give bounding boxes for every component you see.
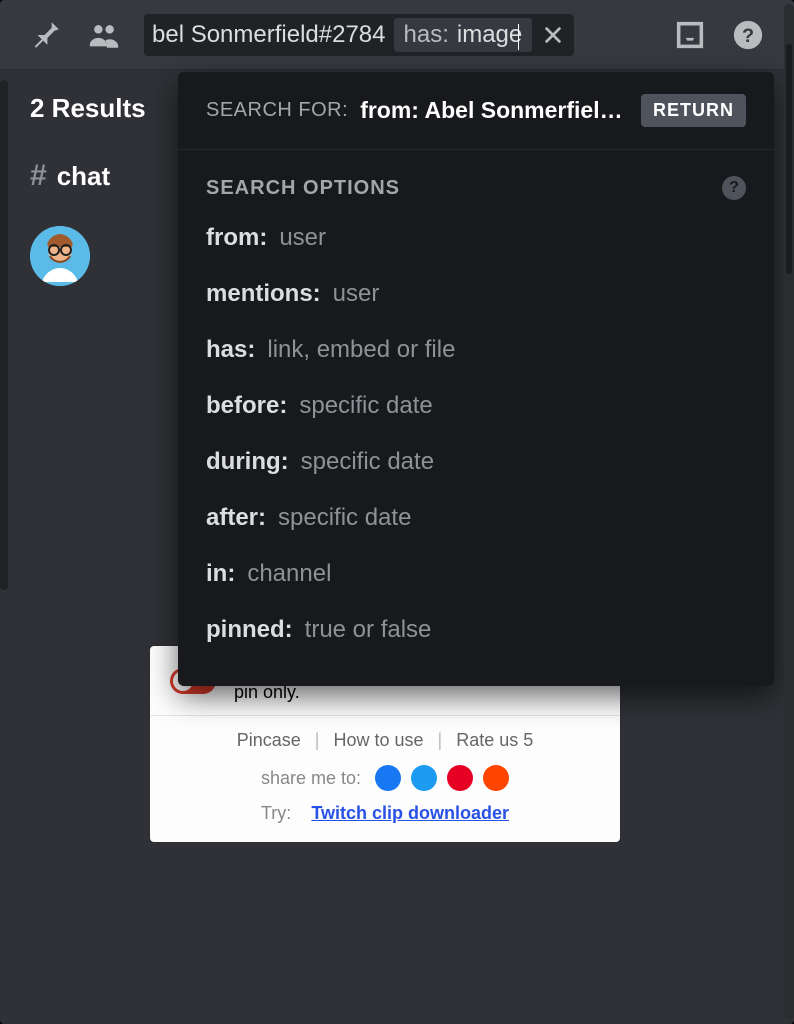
facebook-icon[interactable]: [375, 765, 401, 791]
embed-link[interactable]: How to use: [333, 730, 423, 751]
search-option[interactable]: from:user: [206, 210, 746, 266]
search-option[interactable]: in:channel: [206, 546, 746, 602]
pin-icon[interactable]: [28, 17, 64, 53]
search-for-query: from: Abel Sonmerfield…: [360, 97, 629, 124]
search-options-list: from:user mentions:user has:link, embed …: [178, 204, 774, 686]
clear-search-button[interactable]: [538, 20, 568, 50]
toolbar: bel Sonmerfield#2784 has: image ?: [0, 0, 794, 70]
text-caret: [518, 24, 519, 50]
embed-link[interactable]: Pincase: [237, 730, 301, 751]
pinterest-icon[interactable]: [447, 765, 473, 791]
share-label: share me to:: [261, 768, 361, 789]
search-option[interactable]: mentions:user: [206, 266, 746, 322]
search-option[interactable]: has:link, embed or file: [206, 322, 746, 378]
results-count: 2 Results: [30, 93, 146, 124]
search-options-title: SEARCH OPTIONS: [206, 177, 400, 200]
chip-key: has:: [404, 21, 449, 49]
try-link[interactable]: Twitch clip downloader: [311, 803, 509, 823]
left-scrollbar[interactable]: [0, 80, 8, 590]
search-option[interactable]: during:specific date: [206, 434, 746, 490]
right-scrollbar[interactable]: [784, 4, 794, 1020]
try-label: Try:: [261, 803, 291, 823]
inbox-icon[interactable]: [672, 17, 708, 53]
search-for-label: SEARCH FOR:: [206, 99, 348, 122]
search-popover: SEARCH FOR: from: Abel Sonmerfield… RETU…: [178, 72, 774, 686]
avatar[interactable]: [30, 226, 90, 286]
reddit-icon[interactable]: [483, 765, 509, 791]
twitter-icon[interactable]: [411, 765, 437, 791]
search-option[interactable]: before:specific date: [206, 378, 746, 434]
scrollbar-thumb[interactable]: [786, 44, 792, 274]
return-button[interactable]: RETURN: [641, 94, 746, 127]
channel-hash-icon: #: [30, 159, 47, 193]
search-filter-chip[interactable]: has: image: [394, 18, 533, 52]
search-chip-truncated: bel Sonmerfield#2784: [150, 21, 388, 49]
search-option[interactable]: after:specific date: [206, 490, 746, 546]
chip-value: image: [457, 21, 522, 49]
search-options-help-icon[interactable]: ?: [722, 176, 746, 200]
app-frame: bel Sonmerfield#2784 has: image ? 2 Resu…: [0, 0, 794, 1024]
search-input[interactable]: bel Sonmerfield#2784 has: image: [144, 14, 574, 56]
help-icon[interactable]: ?: [730, 17, 766, 53]
channel-name: chat: [57, 161, 110, 192]
popover-header: SEARCH FOR: from: Abel Sonmerfield… RETU…: [178, 72, 774, 150]
svg-text:?: ?: [742, 25, 754, 47]
members-icon[interactable]: [86, 17, 122, 53]
embed-link[interactable]: Rate us 5: [456, 730, 533, 751]
search-option[interactable]: pinned:true or false: [206, 602, 746, 658]
embed-link-row: Pincase | How to use | Rate us 5: [150, 716, 620, 759]
